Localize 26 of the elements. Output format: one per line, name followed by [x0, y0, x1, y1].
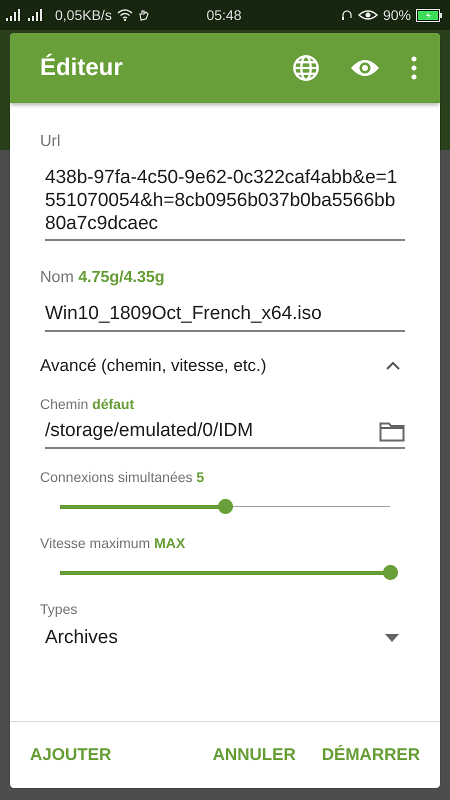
slider-label: Connexions simultanées 5 — [40, 468, 206, 485]
dropdown-arrow-icon — [385, 634, 399, 642]
slider-label: Vitesse maximum MAX — [40, 534, 186, 551]
battery-percent: 90% — [382, 7, 411, 23]
types-dropdown[interactable]: Archives — [45, 626, 405, 650]
name-label: Nom 4.75g/4.35g — [40, 269, 166, 288]
network-speed: 0,05KB/s — [55, 7, 112, 23]
chevron-icon — [385, 361, 401, 372]
name-field[interactable]: Win10_1809Oct_French_x64.iso — [45, 303, 405, 332]
more-menu-icon[interactable] — [410, 56, 418, 80]
headset-icon — [340, 9, 353, 21]
path-field[interactable]: /storage/emulated/0/IDM — [45, 420, 405, 449]
advanced-section-toggle[interactable]: Avancé (chemin, vitesse, etc.) — [40, 356, 405, 376]
path-label: Chemin défaut — [40, 396, 136, 412]
folder-icon[interactable] — [379, 422, 405, 442]
types-label: Types — [40, 600, 78, 617]
dialog-title: Éditeur — [40, 54, 124, 82]
hand-icon — [138, 9, 150, 21]
wifi-icon — [116, 9, 133, 21]
url-field[interactable]: 438b-97fa-4c50-9e62-0c322caf4abb&e=1551070054&h=8cb0956b037b0ba5566bb80a7c9dcaec — [45, 167, 405, 242]
url-label: Url — [40, 133, 62, 151]
eye-icon[interactable] — [350, 57, 380, 79]
globe-icon[interactable] — [292, 54, 320, 82]
clock: 05:48 — [206, 7, 242, 23]
eye-icon — [358, 9, 378, 21]
battery-icon — [416, 8, 442, 22]
